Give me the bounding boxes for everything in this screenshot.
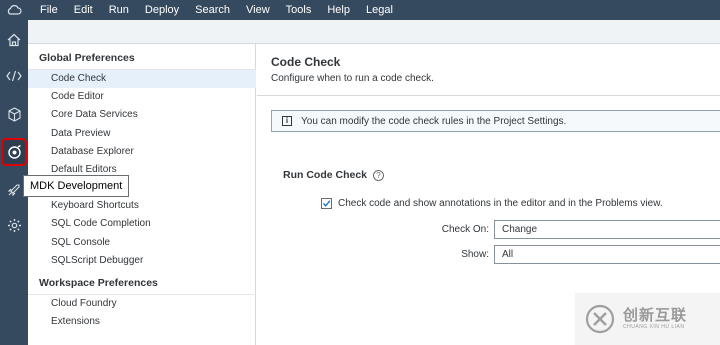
tree-item-database-explorer[interactable]: Database Explorer: [28, 143, 256, 161]
check-on-select[interactable]: Change: [494, 220, 720, 239]
show-select[interactable]: All: [494, 245, 720, 264]
watermark-en-text: CHUANG XIN HU LIAN: [623, 324, 685, 330]
info-text: You can modify the code check rules in t…: [301, 115, 567, 127]
tree-item-code-editor[interactable]: Code Editor: [28, 88, 256, 106]
checkmark-icon: [323, 200, 331, 207]
info-message: i You can modify the code check rules in…: [271, 110, 720, 132]
menu-deploy[interactable]: Deploy: [137, 0, 187, 20]
menu-bar: File Edit Run Deploy Search View Tools H…: [0, 0, 720, 20]
menu-search[interactable]: Search: [187, 0, 238, 20]
menu-file[interactable]: File: [28, 0, 66, 20]
check-on-label: Check On:: [441, 224, 489, 235]
tree-item-extensions[interactable]: Extensions: [28, 313, 256, 331]
gear-icon[interactable]: [0, 211, 28, 239]
workspace-preferences-title: Workspace Preferences: [39, 277, 158, 289]
tree-item-sql-code-completion[interactable]: SQL Code Completion: [28, 215, 256, 233]
menu-help[interactable]: Help: [319, 0, 358, 20]
menu-view[interactable]: View: [238, 0, 278, 20]
mdk-tooltip: MDK Development: [23, 175, 130, 197]
check-code-label: Check code and show annotations in the e…: [338, 198, 663, 209]
menu-tools[interactable]: Tools: [278, 0, 320, 20]
menu-edit[interactable]: Edit: [66, 0, 101, 20]
check-code-option: Check code and show annotations in the e…: [321, 198, 663, 209]
run-code-check-label: Run Code Check: [283, 169, 368, 181]
show-label: Show:: [461, 249, 489, 260]
tree-item-sql-console[interactable]: SQL Console: [28, 234, 256, 252]
code-icon[interactable]: [0, 62, 28, 90]
home-icon[interactable]: [0, 26, 28, 54]
cloud-logo-icon: [0, 0, 28, 20]
tree-item-data-preview[interactable]: Data Preview: [28, 125, 256, 143]
watermark-logo-icon: [585, 304, 615, 334]
cube-icon[interactable]: [0, 100, 28, 128]
toolbar-strip: [28, 20, 720, 44]
watermark: 创新互联 CHUANG XIN HU LIAN: [575, 293, 720, 345]
tree-item-code-check[interactable]: Code Check: [28, 70, 256, 88]
menu-legal[interactable]: Legal: [358, 0, 401, 20]
info-icon: i: [282, 116, 292, 126]
page-title: Code Check: [271, 55, 341, 69]
check-code-checkbox[interactable]: [321, 198, 332, 209]
help-icon[interactable]: ?: [373, 169, 385, 181]
divider: [257, 95, 720, 96]
tree-item-keyboard-shortcuts[interactable]: Keyboard Shortcuts: [28, 197, 256, 215]
page-subtitle: Configure when to run a code check.: [271, 73, 434, 84]
tree-item-sqlscript-debugger[interactable]: SQLScript Debugger: [28, 252, 256, 270]
tree-item-core-data-services[interactable]: Core Data Services: [28, 106, 256, 124]
mdk-icon[interactable]: [1, 138, 27, 166]
watermark-cn-text: 创新互联: [623, 307, 688, 324]
section-title: Run Code Check ?: [283, 169, 385, 181]
menu-run[interactable]: Run: [101, 0, 137, 20]
tree-item-cloud-foundry[interactable]: Cloud Foundry: [28, 295, 256, 313]
global-preferences-title: Global Preferences: [39, 52, 135, 64]
